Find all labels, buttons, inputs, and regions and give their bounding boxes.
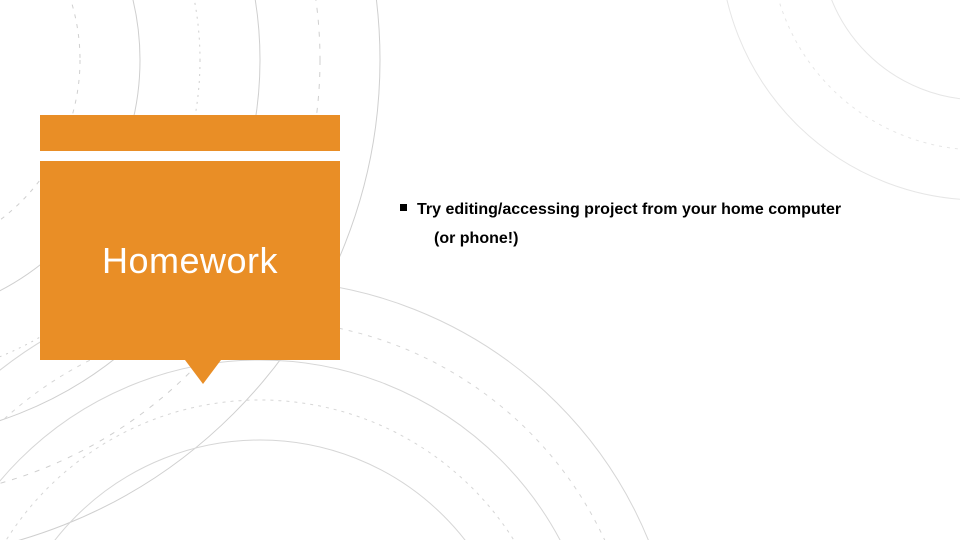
bullet-subtext: (or phone!) xyxy=(434,227,841,250)
bullet-icon xyxy=(400,204,407,211)
title-card-body: Homework xyxy=(40,161,340,360)
speech-bubble-tail-icon xyxy=(185,360,221,384)
title-card-header-bar xyxy=(40,115,340,155)
content-area: Try editing/accessing project from your … xyxy=(400,198,920,250)
slide-title: Homework xyxy=(102,240,278,282)
list-item: Try editing/accessing project from your … xyxy=(400,198,920,250)
bullet-text: Try editing/accessing project from your … xyxy=(417,198,841,221)
title-card: Homework xyxy=(40,115,340,360)
